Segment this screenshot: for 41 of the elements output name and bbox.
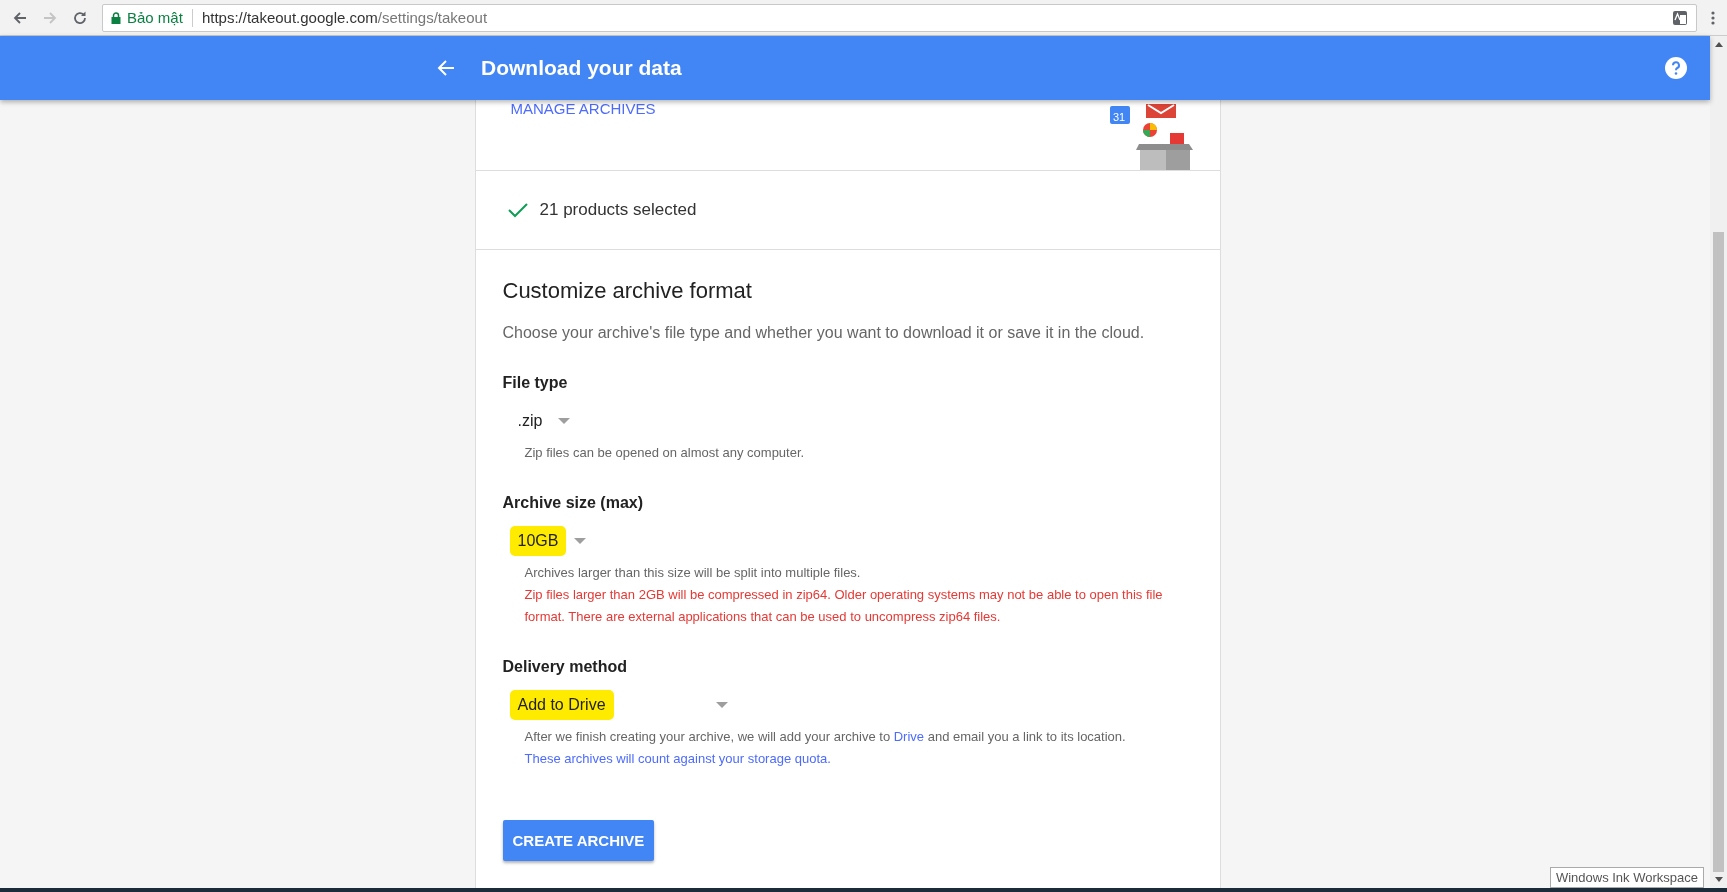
help-icon[interactable] [1664,56,1688,80]
page-title: Download your data [481,56,682,80]
section-title: Customize archive format [502,278,753,304]
manage-archives-link[interactable]: MANAGE ARCHIVES [510,100,656,170]
dropdown[interactable]: 10GB [505,524,591,558]
hint-text: Zip files can be opened on almost any computer. [524,444,806,462]
check-icon [507,202,528,218]
reload-icon[interactable] [72,9,88,26]
scroll-down-icon[interactable] [1714,877,1723,882]
scrollbar-thumb[interactable] [1713,232,1724,872]
warning-text: Zip files larger than 2GB will be compressed in zip64. Older operating systems may not be able to open this file format. There are external applications that can be used to uncompress zip64 files. [524,586,1164,626]
field-label: Archive size (max) [502,494,644,512]
dropdown-arrow-icon [574,538,587,544]
back-arrow-icon[interactable] [437,59,455,77]
menu-icon[interactable] [1711,9,1715,26]
section-description: Choose your archive's file type and whether you want to download it or save it in the cloud. [502,324,1146,342]
scrollbar[interactable] [1710,36,1727,888]
dropdown-value: 10GB [509,526,567,556]
hint-text: Archives larger than this size will be split into multiple files. [524,564,862,582]
url-text: https://takeout.google.com/settings/takeout [201,9,488,26]
tooltip: Windows Ink Workspace [1549,867,1704,888]
dropdown-arrow-icon [558,418,571,424]
hint-text: After we finish creating your archive, we will add your archive to Drive and email you a link to its location. These archives will count against your storage quota. [524,728,1127,768]
dropdown-value: .zip [516,411,544,431]
dropdown-arrow-icon [715,702,728,708]
create-archive-button[interactable]: CREATE ARCHIVE [502,820,655,861]
dropdown[interactable]: .zip [505,404,575,438]
back-icon[interactable] [12,9,28,26]
link[interactable]: These archives will count against your storage quota. [524,751,831,766]
address-bar[interactable]: Bảo mật https://takeout.google.com/settings/takeout [102,3,1697,32]
dropdown[interactable]: Add to Drive [505,688,732,722]
security-label: Bảo mật [127,9,183,26]
lock-icon [111,11,121,24]
field-label: File type [502,374,569,392]
dropdown-value: Add to Drive [509,690,614,720]
translate-icon[interactable] [1672,9,1688,26]
link[interactable]: Drive [893,729,925,744]
products-selected-text: 21 products selected [539,200,697,220]
field-label: Delivery method [502,658,628,676]
products-drawing: 31 [1109,104,1194,170]
scroll-up-icon[interactable] [1714,42,1723,47]
